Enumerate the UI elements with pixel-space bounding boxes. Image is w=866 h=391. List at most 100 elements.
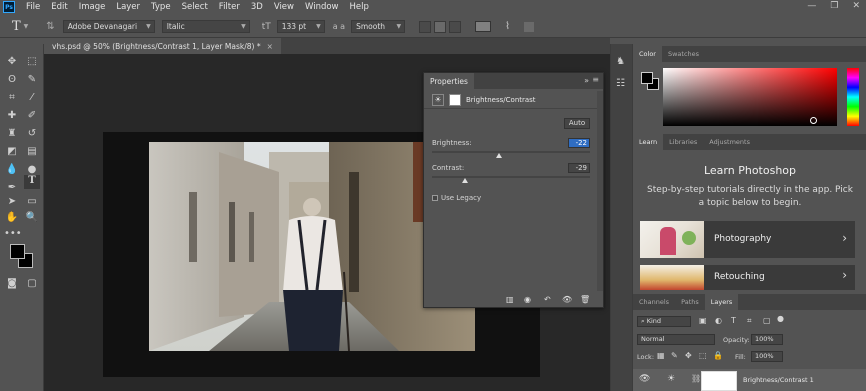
close-icon[interactable]: ✕ [852,1,860,11]
menu-filter[interactable]: Filter [219,2,240,12]
menu-type[interactable]: Type [151,2,171,12]
layer-mask-thumbnail[interactable] [701,371,737,391]
auto-button[interactable]: Auto [564,118,590,129]
brightness-slider-track[interactable] [432,151,590,153]
align-left-button[interactable] [419,20,432,33]
font-style-select[interactable]: Italic ▼ [161,20,250,33]
eraser-tool-icon[interactable]: ◩ [4,146,20,160]
foreground-color-swatch[interactable] [10,244,25,259]
brightness-slider-thumb[interactable] [496,153,502,158]
menu-3d[interactable]: 3D [251,2,263,12]
crop-tool-icon[interactable]: ⌗ [4,92,20,106]
restore-icon[interactable]: ❐ [830,1,838,11]
hand-tool-icon[interactable]: ✋ [4,212,20,226]
align-center-button[interactable] [434,20,447,33]
menu-image[interactable]: Image [79,2,106,12]
lock-all-icon[interactable]: 🔒 [713,351,723,360]
lasso-tool-icon[interactable]: ʘ [4,74,20,88]
filter-shape-icon[interactable]: ⌗ [747,316,752,326]
layer-name[interactable]: Brightness/Contrast 1 [743,376,814,384]
tab-swatches[interactable]: Swatches [662,46,705,62]
brush-tool-icon[interactable]: ✐ [24,110,40,124]
color-picker-ring[interactable] [810,117,817,124]
marquee-tool-icon[interactable]: ⬚ [24,56,40,70]
blur-tool-icon[interactable]: 💧 [4,164,20,178]
warp-text-icon[interactable]: ⌇ [505,21,510,32]
collapse-icon[interactable]: » [584,76,589,85]
type-tool-preset-icon[interactable]: T [12,19,21,34]
contrast-slider-thumb[interactable] [462,178,468,183]
history-brush-icon[interactable]: ↺ [24,128,40,142]
menu-edit[interactable]: Edit [51,2,67,12]
font-size-select[interactable]: 133 pt ▼ [276,20,325,33]
history-panel-icon[interactable]: ♞ [616,56,625,67]
menu-layer[interactable]: Layer [116,2,140,12]
pen-tool-icon[interactable]: ✒ [4,182,20,196]
use-legacy-checkbox[interactable] [432,195,438,201]
move-tool-icon[interactable]: ✥ [4,56,20,70]
tab-channels[interactable]: Channels [633,294,675,310]
quick-select-tool-icon[interactable]: ✎ [24,74,40,88]
tab-color[interactable]: Color [633,46,662,62]
contrast-slider-track[interactable] [432,176,590,178]
type-tool-icon[interactable]: T [24,175,40,189]
properties-tab[interactable]: Properties [424,73,474,89]
tab-libraries[interactable]: Libraries [663,134,703,150]
layer-row-brightness-contrast[interactable]: 👁 ☀ ⛓ Brightness/Contrast 1 [633,369,866,391]
shape-tool-icon[interactable]: ▭ [24,196,40,210]
mask-link-icon[interactable]: ⛓ [691,374,701,383]
filter-toggle-icon[interactable]: ● [777,314,784,323]
layer-filter-select[interactable]: ⌕ Kind [637,316,691,327]
font-family-select[interactable]: Adobe Devanagari ▼ [62,20,155,33]
antialias-select[interactable]: Smooth ▼ [351,20,406,33]
align-right-button[interactable] [449,20,462,33]
document-tab[interactable]: vhs.psd @ 50% (Brightness/Contrast 1, La… [44,38,281,54]
menu-window[interactable]: Window [305,2,339,12]
chevron-down-icon[interactable]: ▼ [24,23,29,30]
learn-card-photography[interactable]: Photography › [640,221,855,258]
tab-paths[interactable]: Paths [675,294,705,310]
gradient-tool-icon[interactable]: ▤ [24,146,40,160]
menu-file[interactable]: File [26,2,40,12]
visibility-icon[interactable]: 👁 [562,295,572,304]
zoom-tool-icon[interactable]: 🔍 [24,212,40,226]
layer-mask-icon[interactable] [449,94,461,106]
menu-select[interactable]: Select [182,2,208,12]
menu-help[interactable]: Help [350,2,369,12]
lock-artboard-icon[interactable]: ⬚ [699,351,707,360]
properties-scrollbar[interactable] [597,91,603,291]
lock-transparent-icon[interactable]: ▦ [657,351,665,360]
adjustments-panel-icon[interactable]: ☷ [616,78,625,89]
quick-mask-icon[interactable]: ◙ [4,278,20,292]
clip-to-layer-icon[interactable]: ▥ [506,295,514,304]
close-tab-icon[interactable]: × [267,42,273,51]
minimize-icon[interactable]: — [807,1,816,11]
tab-learn[interactable]: Learn [633,134,664,150]
lock-position-icon[interactable]: ✥ [685,351,692,360]
visibility-eye-icon[interactable]: 👁 [639,374,650,384]
text-orientation-icon[interactable]: ⇅ [46,21,54,32]
tab-adjustments[interactable]: Adjustments [703,134,756,150]
filter-smart-object-icon[interactable]: ▢ [763,316,771,325]
fg-color-chip[interactable] [641,72,653,84]
stamp-tool-icon[interactable]: ♜ [4,128,20,142]
menu-view[interactable]: View [274,2,294,12]
hue-slider[interactable] [847,68,859,126]
brightness-input[interactable]: -22 [568,138,590,148]
eyedropper-tool-icon[interactable]: ⁄ [24,92,40,106]
text-color-swatch[interactable] [475,21,492,32]
more-tools-icon[interactable]: ••• [4,228,22,242]
learn-card-retouching[interactable]: Retouching › [640,265,855,290]
tab-layers[interactable]: Layers [704,294,739,310]
path-select-tool-icon[interactable]: ➤ [4,196,20,210]
healing-tool-icon[interactable]: ✚ [4,110,20,124]
panel-menu-icon[interactable]: ≡ [592,75,599,84]
screen-mode-icon[interactable]: ▢ [24,278,40,292]
reset-icon[interactable]: ↶ [544,295,551,304]
opacity-input[interactable]: 100% [751,334,783,345]
filter-type-icon[interactable]: T [731,316,736,325]
lock-image-icon[interactable]: ✎ [671,351,678,360]
contrast-input[interactable]: -29 [568,163,590,173]
view-previous-icon[interactable]: ◉ [524,295,531,304]
filter-adjustment-icon[interactable]: ◐ [715,316,722,325]
